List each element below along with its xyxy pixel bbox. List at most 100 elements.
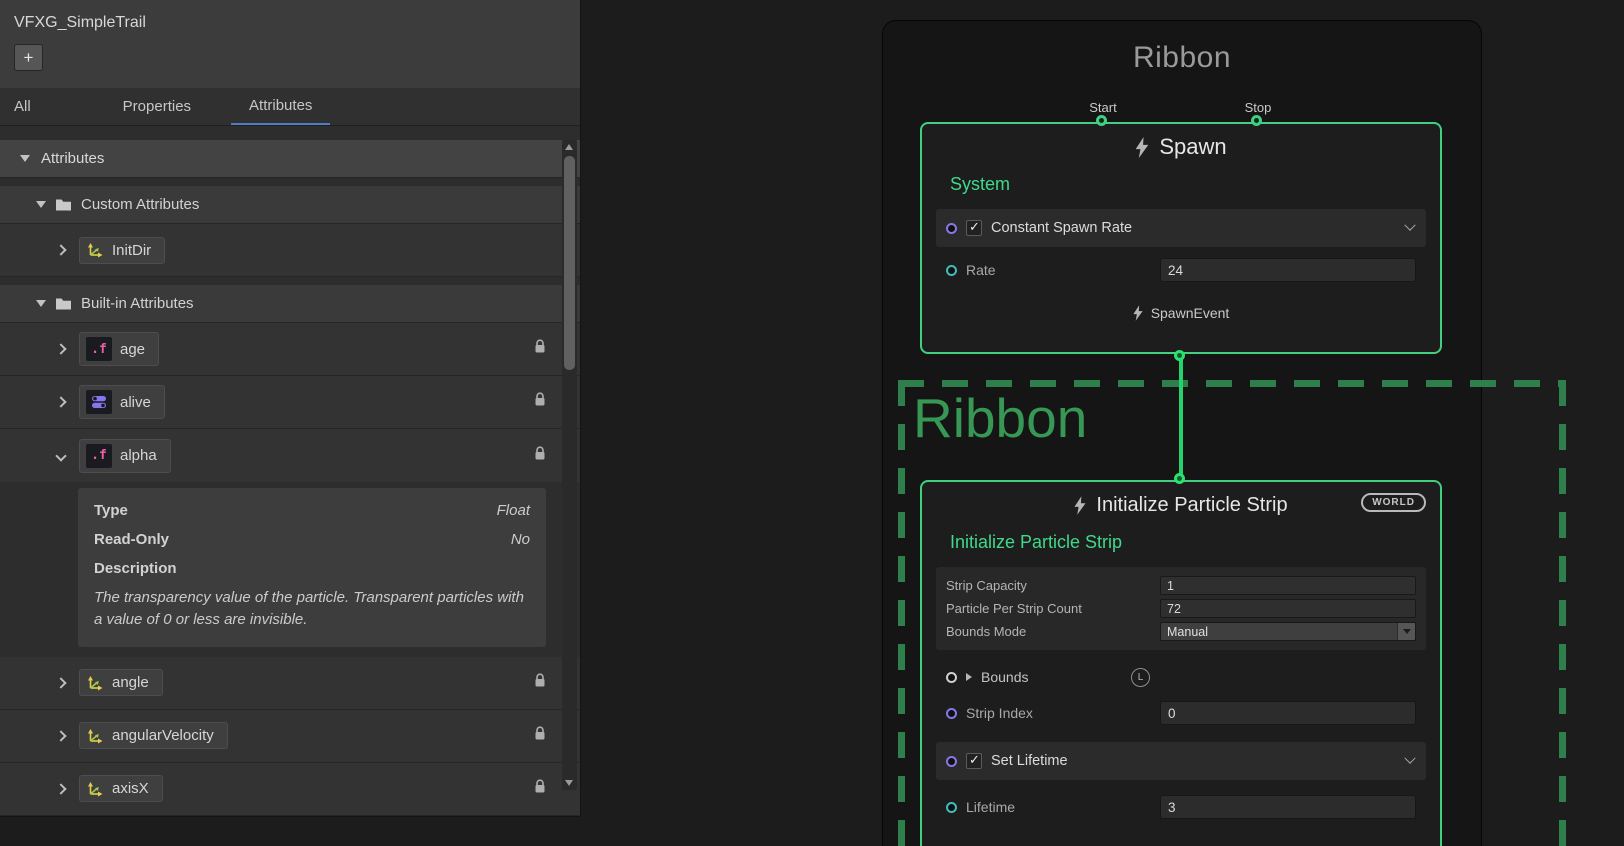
constant-spawn-rate-block[interactable]: Constant Spawn Rate [936, 209, 1426, 247]
attribute-pill[interactable]: axisX [79, 775, 163, 802]
collapsed-chevron-icon[interactable] [55, 244, 66, 255]
strip-capacity-row: Strip Capacity [946, 574, 1416, 597]
start-flow-port[interactable] [1096, 115, 1107, 126]
rate-input-port[interactable] [946, 265, 957, 276]
collapsed-chevron-icon[interactable] [55, 783, 66, 794]
lock-icon [534, 339, 546, 359]
collapsed-chevron-icon[interactable] [55, 396, 66, 407]
folder-icon [55, 198, 72, 212]
strip-capacity-field[interactable] [1160, 576, 1416, 595]
vfx-graph-window: Ribbon Ribbon Start Stop Spawn System Co… [0, 0, 1624, 846]
flow-edge[interactable] [1179, 358, 1183, 488]
builtin-attributes-group[interactable]: Built-in Attributes [0, 285, 580, 323]
init-node-header[interactable]: Initialize Particle Strip WORLD [922, 482, 1440, 528]
lifetime-field[interactable] [1160, 795, 1416, 819]
stop-port-label: Stop [1245, 100, 1272, 115]
foldout-arrow-icon[interactable] [966, 673, 972, 681]
chevron-down-icon[interactable] [1404, 753, 1415, 764]
stop-flow-port[interactable] [1251, 115, 1262, 126]
expanded-triangle-icon[interactable] [20, 155, 30, 162]
bounds-local-badge[interactable]: L [1131, 668, 1150, 687]
custom-attributes-label: Custom Attributes [81, 196, 199, 213]
collapsed-chevron-icon[interactable] [55, 677, 66, 688]
chevron-down-icon[interactable] [1404, 220, 1415, 231]
attribute-pill[interactable]: .f alpha [79, 439, 171, 473]
tab-all[interactable]: All [0, 88, 45, 125]
asset-title: VFXG_SimpleTrail [14, 14, 566, 32]
bounds-row[interactable]: Bounds L [936, 662, 1426, 692]
attribute-details-panel: Type Float Read-Only No Description The … [78, 488, 546, 647]
readonly-row: Read-Only No [94, 531, 530, 548]
attributes-section-label: Attributes [41, 150, 104, 167]
attribute-row-age[interactable]: .f age [0, 323, 580, 376]
set-lifetime-checkbox[interactable] [966, 753, 982, 769]
expanded-triangle-icon[interactable] [36, 201, 46, 208]
set-lifetime-block[interactable]: Set Lifetime [936, 742, 1426, 780]
lightning-icon [1133, 305, 1143, 321]
system-boundary-dash-right [1559, 380, 1566, 846]
lifetime-port[interactable] [946, 802, 957, 813]
spawnevent-out-port[interactable] [1174, 350, 1185, 361]
particle-per-strip-count-field[interactable] [1160, 599, 1416, 618]
strip-index-port[interactable] [946, 708, 957, 719]
init-settings-panel: Strip Capacity Particle Per Strip Count … [936, 567, 1426, 650]
attribute-pill[interactable]: angularVelocity [79, 722, 228, 749]
axis-icon [86, 728, 104, 744]
set-lifetime-port[interactable] [946, 756, 957, 767]
readonly-value: No [511, 531, 530, 548]
init-context-label: Initialize Particle Strip [950, 532, 1440, 553]
tab-properties[interactable]: Properties [105, 88, 209, 125]
init-in-port[interactable] [1174, 473, 1185, 484]
rate-field[interactable] [1160, 258, 1416, 282]
expanded-chevron-icon[interactable] [55, 450, 66, 461]
rate-row[interactable]: Rate [936, 255, 1426, 285]
bounds-mode-value: Manual [1167, 625, 1208, 639]
attribute-row-initdir[interactable]: InitDir [0, 224, 580, 277]
block-enable-port[interactable] [946, 223, 957, 234]
lock-icon [534, 392, 546, 412]
attribute-row-alpha[interactable]: .f alpha [0, 429, 580, 482]
attribute-row-angle[interactable]: angle [0, 657, 580, 710]
attribute-pill[interactable]: alive [79, 385, 165, 419]
dropdown-arrow-icon[interactable] [1397, 623, 1415, 640]
strip-index-field[interactable] [1160, 701, 1416, 725]
scroll-up-arrow-icon[interactable] [565, 144, 573, 150]
expanded-triangle-icon[interactable] [36, 300, 46, 307]
world-space-badge[interactable]: WORLD [1361, 493, 1426, 512]
rate-label: Rate [966, 262, 996, 278]
constant-spawn-rate-label: Constant Spawn Rate [991, 220, 1132, 236]
strip-index-label: Strip Index [966, 705, 1033, 721]
bool-icon [86, 390, 112, 414]
bounds-mode-row: Bounds Mode Manual [946, 620, 1416, 643]
strip-capacity-label: Strip Capacity [946, 578, 1027, 593]
spawn-node-header[interactable]: Spawn [922, 124, 1440, 170]
bounds-mode-dropdown[interactable]: Manual [1160, 622, 1416, 641]
add-attribute-button[interactable]: + [14, 44, 43, 71]
custom-attributes-group[interactable]: Custom Attributes [0, 186, 580, 224]
blackboard-header: VFXG_SimpleTrail + [0, 0, 580, 88]
spawn-event-footer: SpawnEvent [922, 305, 1440, 321]
attributes-section-header[interactable]: Attributes [0, 140, 580, 178]
builtin-attributes-label: Built-in Attributes [81, 295, 194, 312]
attribute-name: axisX [112, 780, 149, 797]
lightning-icon [1135, 137, 1149, 158]
initialize-particle-strip-node[interactable]: Initialize Particle Strip WORLD Initiali… [920, 480, 1442, 846]
collapsed-chevron-icon[interactable] [55, 343, 66, 354]
bounds-input-port[interactable] [946, 672, 957, 683]
strip-index-row[interactable]: Strip Index [936, 698, 1426, 728]
attribute-row-axisx[interactable]: axisX [0, 763, 580, 816]
attribute-pill[interactable]: angle [79, 669, 163, 696]
attribute-pill[interactable]: .f age [79, 332, 159, 366]
attribute-row-angularvelocity[interactable]: angularVelocity [0, 710, 580, 763]
constant-spawn-rate-checkbox[interactable] [966, 220, 982, 236]
particle-per-strip-count-row: Particle Per Strip Count [946, 597, 1416, 620]
attribute-pill[interactable]: InitDir [79, 237, 165, 264]
lifetime-row[interactable]: Lifetime [936, 792, 1426, 822]
tab-attributes[interactable]: Attributes [231, 88, 330, 125]
spawn-node[interactable]: Spawn System Constant Spawn Rate Rate Sp… [920, 122, 1442, 354]
collapsed-chevron-icon[interactable] [55, 730, 66, 741]
attribute-row-alive[interactable]: alive [0, 376, 580, 429]
scrollbar-thumb[interactable] [564, 156, 575, 370]
scroll-down-arrow-icon[interactable] [565, 780, 573, 786]
tree-scrollbar[interactable] [562, 140, 577, 790]
